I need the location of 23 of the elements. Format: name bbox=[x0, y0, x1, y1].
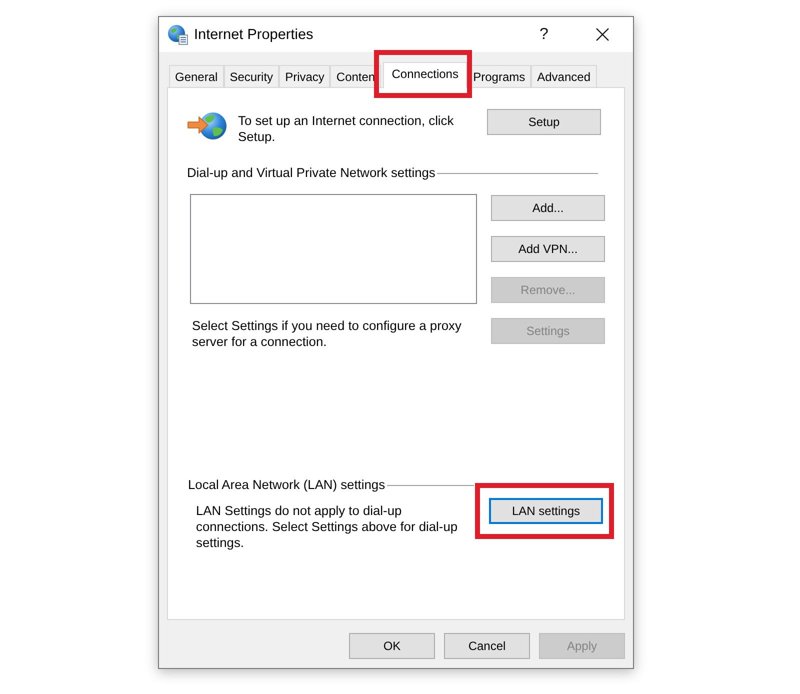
tab[interactable]: General bbox=[169, 65, 224, 87]
tab[interactable]: Advanced bbox=[531, 65, 596, 87]
tab[interactable]: Security bbox=[224, 65, 280, 87]
setup-button[interactable]: Setup bbox=[487, 109, 601, 135]
setup-description: To set up an Internet connection, click Setup. bbox=[238, 113, 455, 145]
lan-description: LAN Settings do not apply to dial-up connections. Select Settings above for dial-up settings. bbox=[196, 503, 459, 551]
dialup-button[interactable]: Add... bbox=[491, 195, 605, 221]
section-heading: Local Area Network (LAN) settings bbox=[188, 477, 386, 493]
tab[interactable]: Privacy bbox=[279, 65, 330, 87]
section-heading: Dial-up and Virtual Private Network settings bbox=[187, 165, 436, 181]
tab[interactable]: Connections bbox=[383, 62, 468, 88]
arrow-globe-icon bbox=[187, 111, 227, 141]
close-icon bbox=[596, 28, 608, 41]
lan-settings-button[interactable]: LAN settings bbox=[489, 498, 603, 524]
dialup-button[interactable]: Add VPN... bbox=[491, 236, 605, 262]
connections-list[interactable] bbox=[190, 194, 477, 304]
proxy-description: Select Settings if you need to configure a proxy server for a connection. bbox=[191, 318, 462, 350]
help-button[interactable]: ? bbox=[521, 18, 567, 52]
window-title: Internet Properties bbox=[194, 26, 314, 42]
tab[interactable]: Conten bbox=[330, 65, 382, 87]
globe-document-icon bbox=[168, 24, 188, 44]
dialog-button[interactable]: Cancel bbox=[444, 633, 530, 659]
dialog-button[interactable]: OK bbox=[349, 633, 435, 659]
